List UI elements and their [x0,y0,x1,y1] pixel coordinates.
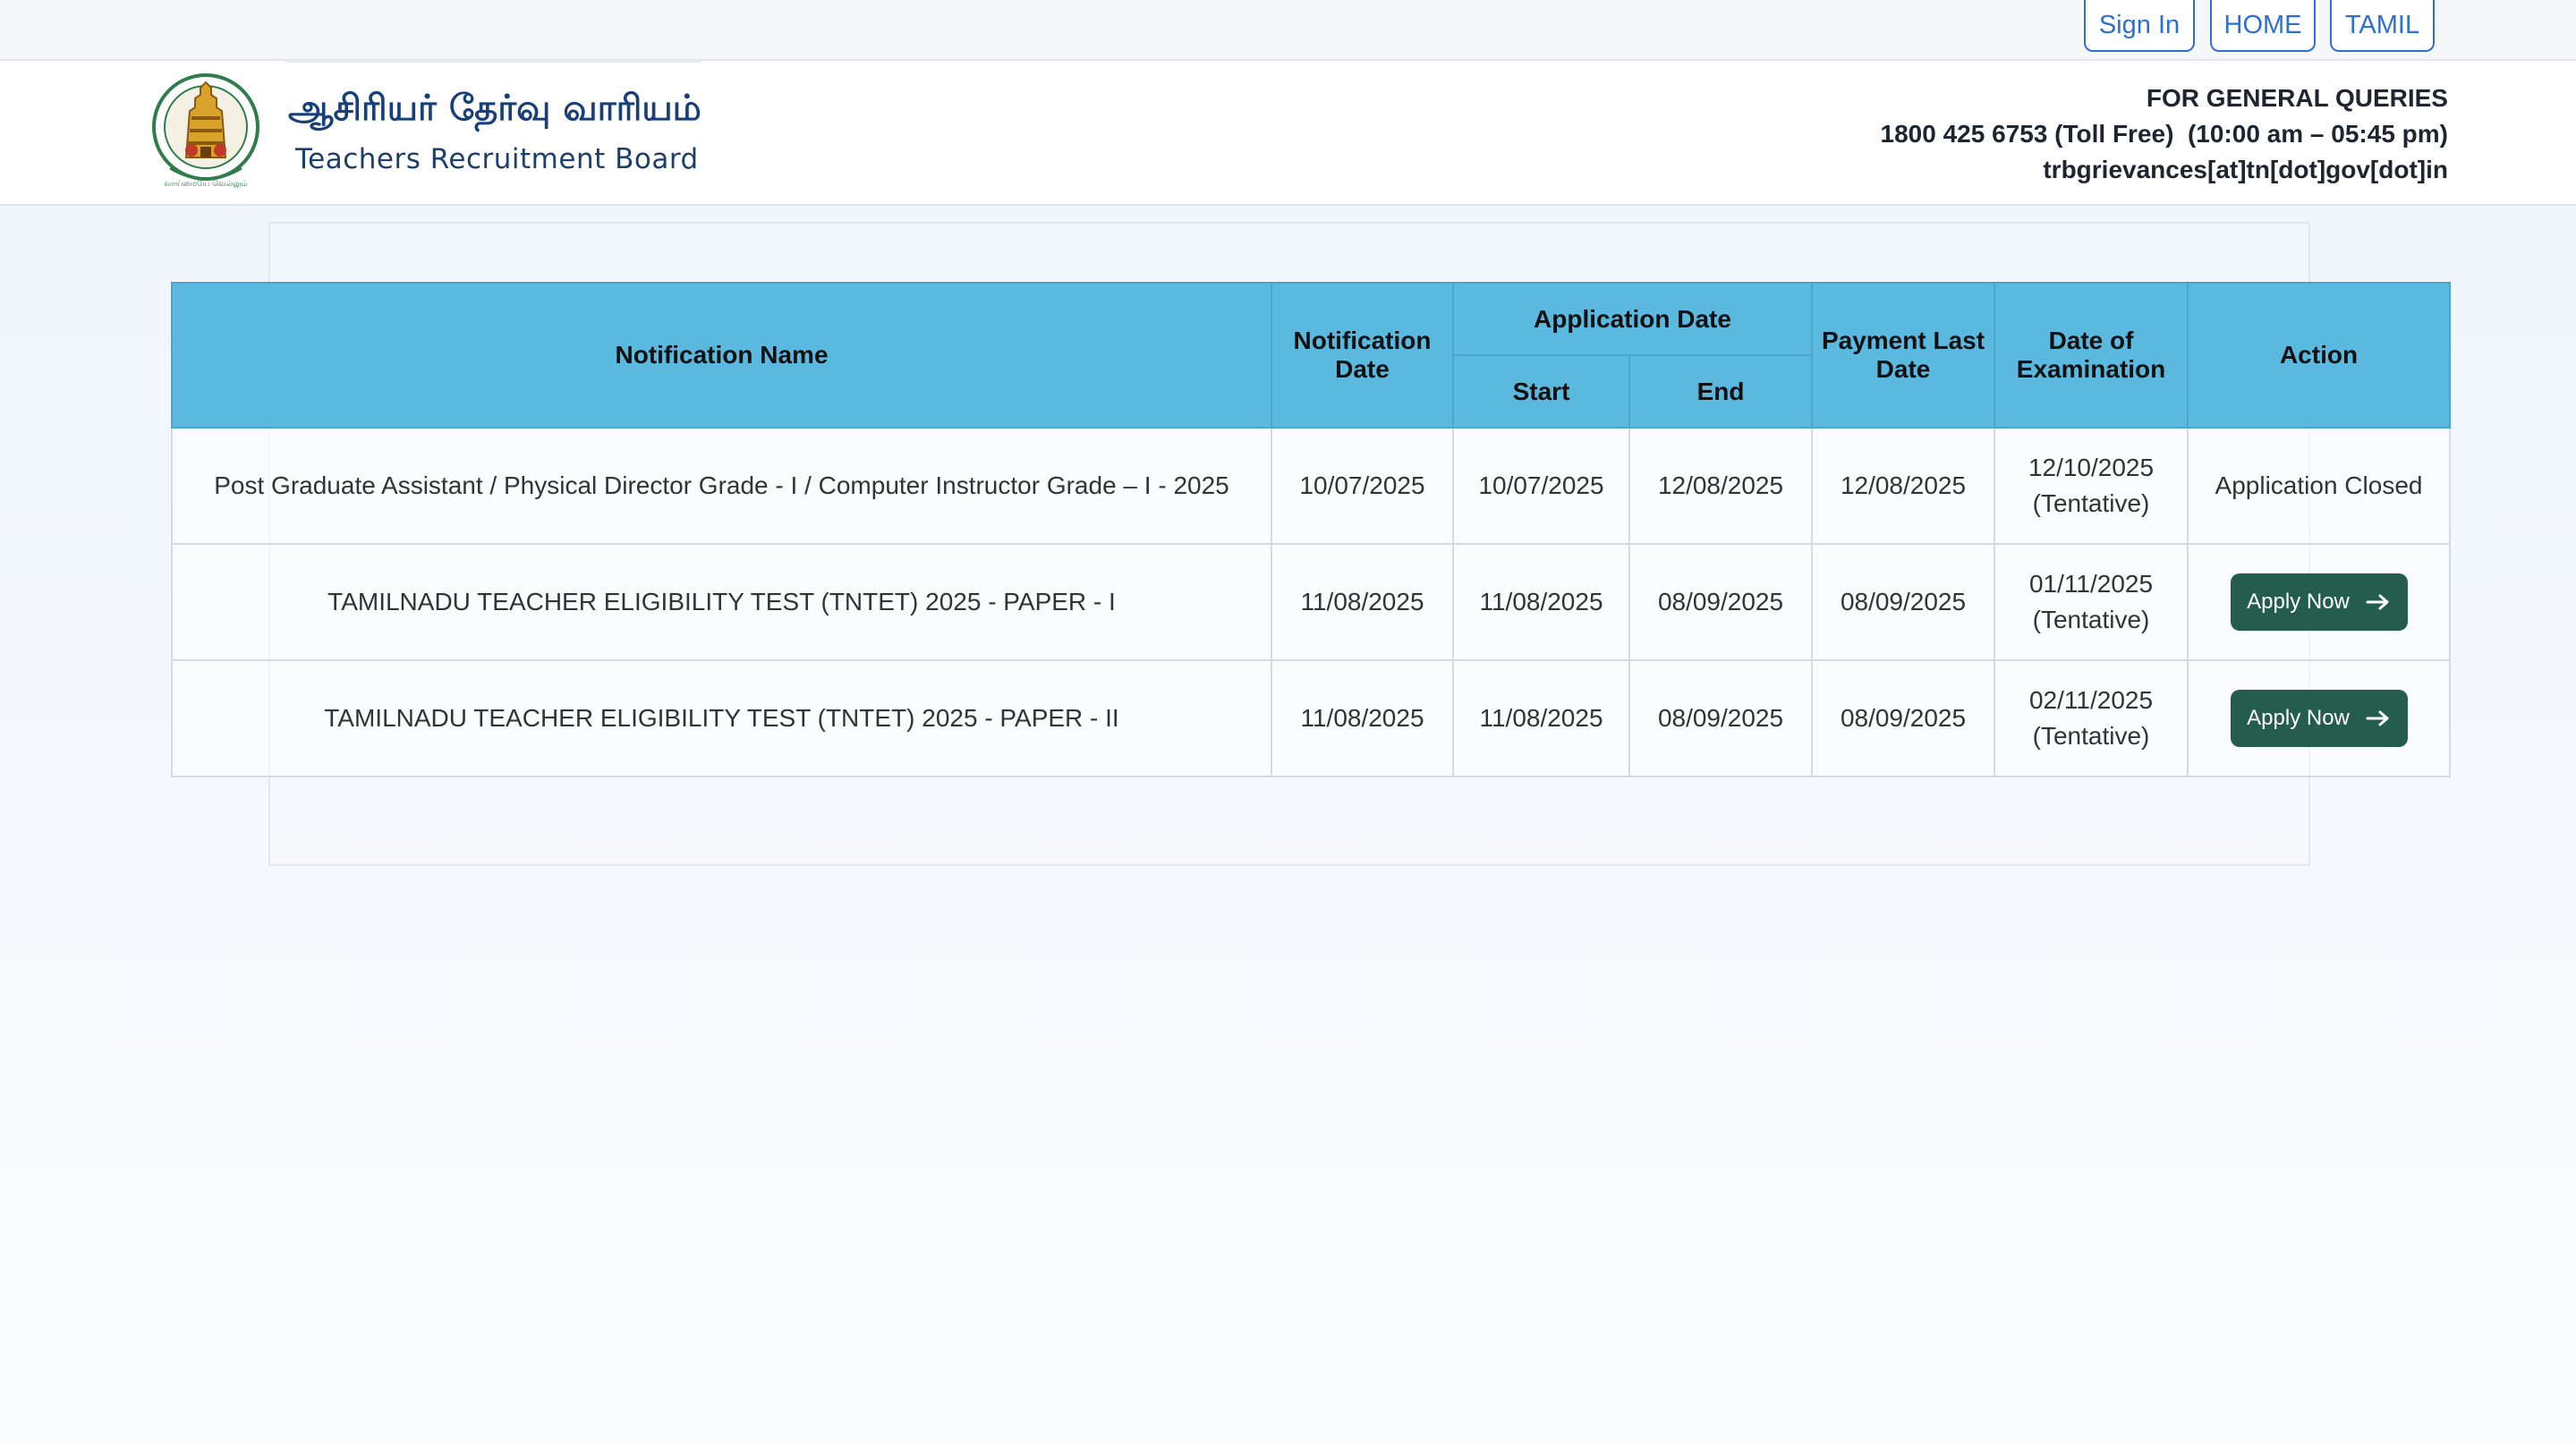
payment-last-date-cell: 08/09/2025 [1811,659,1996,777]
application-start-cell: 10/07/2025 [1452,427,1630,545]
action-cell: Apply Now [2187,659,2452,777]
apply-now-label: Apply Now [2247,706,2350,730]
site-title-english: Teachers Recruitment Board [295,143,699,175]
notification-name-cell: TAMILNADU TEACHER ELIGIBILITY TEST (TNTE… [171,659,1272,777]
application-start-cell: 11/08/2025 [1452,659,1630,777]
exam-date-note: (Tentative) [2032,722,2150,750]
arrow-right-icon [2366,593,2391,611]
header-application-date: Application Date [1451,282,1814,356]
home-button[interactable]: HOME [2210,0,2316,52]
notification-table: Notification Name Notification Date Appl… [171,282,2452,777]
tamilnadu-emblem-icon[interactable]: வாய்மையே வெல்லும் [150,72,261,193]
arrow-right-icon [2366,709,2391,727]
brand-divider [285,61,701,63]
sign-in-button[interactable]: Sign In [2084,0,2195,52]
header-date-of-examination: Date of Examination [1994,282,2189,429]
site-header: வாய்மையே வெல்லும் ஆசிரியர் தேர்வு வாரியம… [0,61,2576,206]
exam-date: 02/11/2025 [2028,686,2154,714]
action-cell: Application Closed [2187,427,2452,545]
notification-name-cell: TAMILNADU TEACHER ELIGIBILITY TEST (TNTE… [171,543,1272,661]
notification-name-cell: Post Graduate Assistant / Physical Direc… [171,427,1272,545]
application-start-cell: 11/08/2025 [1452,543,1630,661]
exam-date: 12/10/2025 [2028,454,2155,481]
action-cell: Apply Now [2187,543,2452,661]
payment-last-date-cell: 12/08/2025 [1811,427,1996,545]
application-end-cell: 12/08/2025 [1628,427,1814,545]
apply-now-button[interactable]: Apply Now [2230,573,2408,631]
exam-date-cell: 12/10/2025 (Tentative) [1994,427,2189,545]
apply-now-label: Apply Now [2247,590,2350,614]
queries-email: trbgrievances[at]tn[dot]gov[dot]in [2043,156,2448,183]
top-bar: Sign In HOME TAMIL [0,0,2576,61]
header-end: End [1628,354,1814,429]
general-queries-contact: FOR GENERAL QUERIES 1800 425 6753 (Toll … [1881,81,2448,188]
table-row: TAMILNADU TEACHER ELIGIBILITY TEST (TNTE… [171,659,2452,777]
exam-date-cell: 02/11/2025 (Tentative) [1994,659,2189,777]
header-notification-date: Notification Date [1271,282,1454,429]
payment-last-date-cell: 08/09/2025 [1811,543,1996,661]
exam-date-note: (Tentative) [2032,489,2150,517]
notification-date-cell: 10/07/2025 [1271,427,1454,545]
application-end-cell: 08/09/2025 [1628,543,1814,661]
application-end-cell: 08/09/2025 [1628,659,1814,777]
exam-date-note: (Tentative) [2032,606,2150,633]
exam-date: 01/11/2025 [2028,570,2154,598]
notification-date-cell: 11/08/2025 [1271,659,1454,777]
site-title-tamil: ஆசிரியர் தேர்வு வாரியம் [288,88,701,129]
header-notification-name: Notification Name [171,282,1272,429]
notification-date-cell: 11/08/2025 [1271,543,1454,661]
exam-date-cell: 01/11/2025 (Tentative) [1994,543,2189,661]
header-action: Action [2187,282,2452,429]
table-row: TAMILNADU TEACHER ELIGIBILITY TEST (TNTE… [171,543,2452,661]
queries-heading: FOR GENERAL QUERIES [2146,84,2448,112]
language-toggle-button[interactable]: TAMIL [2330,0,2435,52]
header-start: Start [1452,354,1630,429]
table-row: Post Graduate Assistant / Physical Direc… [171,427,2452,545]
application-closed-status: Application Closed [2215,471,2423,499]
header-payment-last-date: Payment Last Date [1811,282,1996,429]
queries-phone: 1800 425 6753 (Toll Free) (10:00 am – 05… [1880,120,2448,148]
svg-text:வாய்மையே வெல்லும்: வாய்மையே வெல்லும் [164,180,247,189]
apply-now-button[interactable]: Apply Now [2230,690,2408,747]
